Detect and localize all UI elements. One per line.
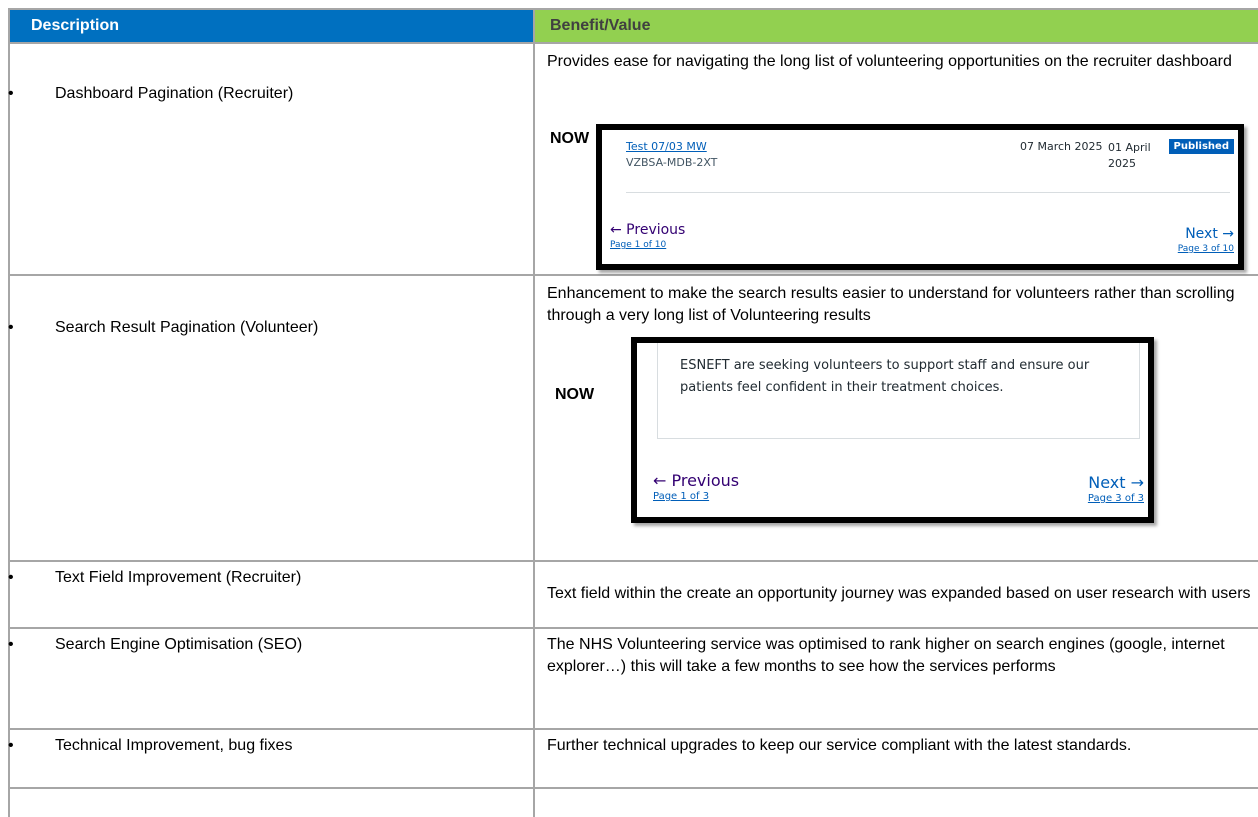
next-page-label[interactable]: Page 3 of 10 bbox=[1178, 244, 1234, 254]
improvements-table: Description Benefit/Value • Dashboard Pa… bbox=[0, 0, 1258, 817]
next-page-label[interactable]: Page 3 of 3 bbox=[1088, 493, 1144, 504]
row-divider-3 bbox=[8, 560, 1258, 562]
outer-top-border bbox=[8, 8, 1258, 10]
benefit-text: Enhancement to make the search results e… bbox=[547, 285, 1235, 324]
opportunity-link[interactable]: Test 07/03 MW bbox=[626, 140, 707, 153]
row-divider-6 bbox=[8, 787, 1258, 789]
bullet: • bbox=[8, 319, 14, 336]
previous-page-label[interactable]: Page 1 of 3 bbox=[653, 491, 709, 502]
outer-left-border bbox=[8, 8, 10, 817]
next-link[interactable]: Next → bbox=[1088, 473, 1144, 492]
description-text: Search Engine Optimisation (SEO) bbox=[55, 636, 303, 653]
divider bbox=[626, 192, 1230, 193]
description-text: Search Result Pagination (Volunteer) bbox=[55, 319, 319, 336]
benefit-text: Text field within the create an opportun… bbox=[547, 585, 1251, 602]
recruiter-dashboard-screenshot: Test 07/03 MW VZBSA-MDB-2XT 07 March 202… bbox=[596, 124, 1244, 270]
row-divider-2 bbox=[8, 274, 1258, 276]
previous-link[interactable]: ← Previous bbox=[610, 222, 685, 238]
result-card: ESNEFT are seeking volunteers to support… bbox=[657, 343, 1140, 439]
description-text: Technical Improvement, bug fixes bbox=[55, 737, 293, 754]
benefit-text: Provides ease for navigating the long li… bbox=[547, 53, 1232, 70]
row-divider-5 bbox=[8, 728, 1258, 730]
column-divider bbox=[533, 8, 535, 817]
benefit-header: Benefit/Value bbox=[535, 10, 1258, 42]
bullet: • bbox=[8, 85, 14, 102]
search-results-screenshot: ESNEFT are seeking volunteers to support… bbox=[631, 337, 1154, 523]
opportunity-reference: VZBSA-MDB-2XT bbox=[626, 156, 718, 169]
result-card-text: ESNEFT are seeking volunteers to support… bbox=[680, 358, 1090, 395]
next-link[interactable]: Next → bbox=[1185, 226, 1234, 242]
now-label: NOW bbox=[555, 386, 595, 403]
description-header: Description bbox=[10, 10, 534, 42]
benefit-text: Further technical upgrades to keep our s… bbox=[547, 737, 1132, 754]
start-date: 07 March 2025 bbox=[1020, 140, 1103, 153]
row-divider-4 bbox=[8, 627, 1258, 629]
benefit-text: The NHS Volunteering service was optimis… bbox=[547, 636, 1225, 675]
description-text: Text Field Improvement (Recruiter) bbox=[55, 569, 302, 586]
now-label: NOW bbox=[550, 130, 590, 147]
row-divider-1 bbox=[8, 42, 1258, 44]
bullet: • bbox=[8, 737, 14, 754]
end-date: 01 April 2025 bbox=[1108, 141, 1151, 170]
previous-page-label[interactable]: Page 1 of 10 bbox=[610, 240, 666, 250]
bullet: • bbox=[8, 636, 14, 653]
previous-link[interactable]: ← Previous bbox=[653, 471, 739, 490]
status-badge: Published bbox=[1168, 139, 1234, 154]
bullet: • bbox=[8, 569, 14, 586]
description-text: Dashboard Pagination (Recruiter) bbox=[55, 85, 294, 102]
